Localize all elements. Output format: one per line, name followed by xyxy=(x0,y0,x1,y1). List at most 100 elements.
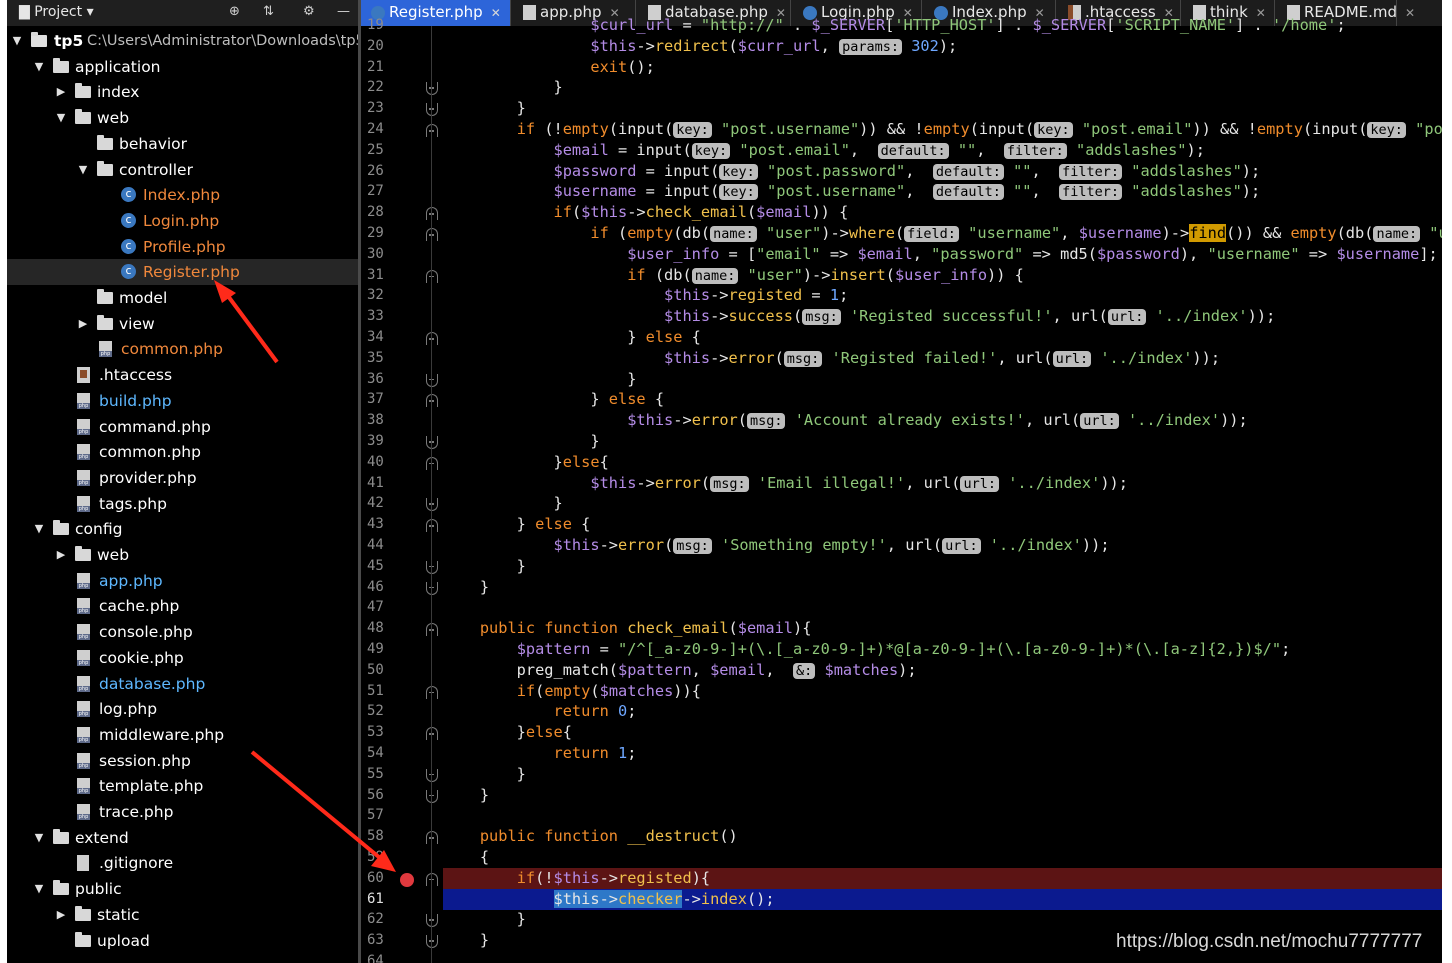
code-line[interactable]: $this->registed = 1; xyxy=(443,285,1442,306)
gear-icon[interactable]: ⚙ xyxy=(303,4,315,19)
code-editor[interactable]: Register.php ✕ app.php ✕ database.php ✕ Login.… xyxy=(361,0,1442,963)
tree-item[interactable]: behavior xyxy=(7,131,358,157)
fold-marker-icon[interactable] xyxy=(426,935,438,949)
expand-arrow-icon[interactable]: ▼ xyxy=(10,28,24,54)
expand-arrow-icon[interactable]: ▼ xyxy=(32,54,46,80)
code-line[interactable]: if (!empty(input(key: "post.username")) … xyxy=(443,119,1442,140)
tree-item[interactable]: model xyxy=(7,285,358,311)
tree-item[interactable]: tags.php xyxy=(7,491,358,517)
code-line[interactable]: { xyxy=(443,847,1442,868)
code-line[interactable]: $this->error(msg: 'Something empty!', ur… xyxy=(443,535,1442,556)
code-line[interactable]: }else{ xyxy=(443,452,1442,473)
code-line[interactable]: } xyxy=(443,77,1442,98)
code-line[interactable]: }else{ xyxy=(443,722,1442,743)
code-area[interactable]: $curl_url = "http://" . $_SERVER['HTTP_H… xyxy=(443,16,1442,963)
fold-marker-icon[interactable] xyxy=(426,103,438,117)
fold-marker-icon[interactable] xyxy=(426,456,438,470)
tree-item[interactable]: ▶ static xyxy=(7,902,358,928)
code-line[interactable]: return 1; xyxy=(443,743,1442,764)
tree-item[interactable]: ▼ public xyxy=(7,876,358,902)
tree-item[interactable]: .htaccess xyxy=(7,362,358,388)
tree-item[interactable]: log.php xyxy=(7,696,358,722)
fold-marker-icon[interactable] xyxy=(426,914,438,928)
collapsed-arrow-icon[interactable]: ▶ xyxy=(76,311,90,337)
code-line[interactable]: public function check_email($email){ xyxy=(443,618,1442,639)
collapse-all-icon[interactable]: ⇅ xyxy=(263,4,274,19)
tree-item[interactable]: ▼ extend xyxy=(7,825,358,851)
tree-root[interactable]: ▼ tp5 C:\Users\Administrator\Downloads\t… xyxy=(7,28,358,54)
tree-item[interactable]: app.php xyxy=(7,568,358,594)
expand-arrow-icon[interactable]: ▼ xyxy=(76,157,90,183)
code-line[interactable]: return 0; xyxy=(443,701,1442,722)
fold-marker-icon[interactable] xyxy=(426,560,438,574)
project-view-selector[interactable]: ▇ Project ▾ xyxy=(19,4,94,20)
code-line[interactable]: } xyxy=(443,493,1442,514)
code-line[interactable]: $pattern = "/^[_a-z0-9-]+(\.[_a-z0-9-]+)… xyxy=(443,639,1442,660)
fold-marker-icon[interactable] xyxy=(426,727,438,741)
tree-item[interactable]: Login.php xyxy=(7,208,358,234)
fold-marker-icon[interactable] xyxy=(426,872,438,886)
tree-item[interactable]: Index.php xyxy=(7,182,358,208)
tree-item[interactable]: build.php xyxy=(7,388,358,414)
code-line[interactable]: $user_info = ["email" => $email, "passwo… xyxy=(443,244,1442,265)
code-line[interactable]: if (empty(db(name: "user")->where(field:… xyxy=(443,223,1442,244)
code-line[interactable]: } else { xyxy=(443,327,1442,348)
fold-marker-icon[interactable] xyxy=(426,519,438,533)
fold-marker-icon[interactable] xyxy=(426,394,438,408)
collapsed-arrow-icon[interactable]: ▶ xyxy=(54,542,68,568)
code-line[interactable]: $password = input(key: "post.password", … xyxy=(443,161,1442,182)
tree-item[interactable]: ▶ view xyxy=(7,311,358,337)
expand-arrow-icon[interactable]: ▼ xyxy=(54,105,68,131)
code-line[interactable]: } xyxy=(443,431,1442,452)
tree-item[interactable]: upload xyxy=(7,928,358,954)
code-line[interactable]: if(empty($matches)){ xyxy=(443,681,1442,702)
tree-item[interactable]: common.php xyxy=(7,439,358,465)
tree-item[interactable]: ▼ application xyxy=(7,54,358,80)
code-line[interactable]: $this->redirect($curr_url, params: 302); xyxy=(443,36,1442,57)
tree-item[interactable]: ▶ web xyxy=(7,542,358,568)
code-line[interactable]: exit(); xyxy=(443,57,1442,78)
tree-item[interactable]: common.php xyxy=(7,336,358,362)
expand-arrow-icon[interactable]: ▼ xyxy=(32,876,46,902)
code-line[interactable]: $this->error(msg: 'Email illegal!', url(… xyxy=(443,473,1442,494)
tree-item[interactable]: session.php xyxy=(7,748,358,774)
code-line[interactable]: $username = input(key: "post.username", … xyxy=(443,181,1442,202)
fold-marker-icon[interactable] xyxy=(426,436,438,449)
code-line[interactable]: $this->error(msg: 'Registed failed!', ur… xyxy=(443,348,1442,369)
code-line[interactable]: } else { xyxy=(443,514,1442,535)
fold-marker-icon[interactable] xyxy=(426,581,438,595)
fold-marker-icon[interactable] xyxy=(426,831,438,845)
tree-item[interactable]: trace.php xyxy=(7,799,358,825)
tree-item[interactable]: middleware.php xyxy=(7,722,358,748)
fold-marker-icon[interactable] xyxy=(426,685,438,699)
code-line[interactable]: } else { xyxy=(443,389,1442,410)
tree-item[interactable]: cookie.php xyxy=(7,645,358,671)
code-line[interactable]: $email = input(key: "post.email", defaul… xyxy=(443,140,1442,161)
tree-item[interactable]: provider.php xyxy=(7,465,358,491)
tree-item[interactable]: .gitignore xyxy=(7,850,358,876)
fold-marker-icon[interactable] xyxy=(426,332,438,345)
code-line[interactable]: } xyxy=(443,909,1442,930)
fold-marker-icon[interactable] xyxy=(426,373,438,387)
fold-marker-icon[interactable] xyxy=(426,269,438,283)
code-line[interactable]: $curl_url = "http://" . $_SERVER['HTTP_H… xyxy=(443,15,1442,36)
code-line[interactable]: if($this->check_email($email)) { xyxy=(443,202,1442,223)
code-line[interactable] xyxy=(443,805,1442,826)
fold-marker-icon[interactable] xyxy=(426,498,438,512)
expand-arrow-icon[interactable]: ▼ xyxy=(32,516,46,542)
expand-arrow-icon[interactable]: ▼ xyxy=(32,825,46,851)
fold-marker-icon[interactable] xyxy=(426,207,438,221)
code-line[interactable]: $this->error(msg: 'Account already exist… xyxy=(443,410,1442,431)
code-line[interactable]: public function __destruct() xyxy=(443,826,1442,847)
tree-item[interactable]: Profile.php xyxy=(7,234,358,260)
code-line[interactable]: $this->success(msg: 'Registed successful… xyxy=(443,306,1442,327)
tree-item[interactable]: template.php xyxy=(7,773,358,799)
code-line[interactable]: } xyxy=(443,556,1442,577)
code-line-breakpoint[interactable]: if(!$this->registed){ xyxy=(443,867,1442,889)
fold-marker-icon[interactable] xyxy=(426,768,438,782)
code-line[interactable]: } xyxy=(443,764,1442,785)
code-line[interactable]: if (db(name: "user")->insert($user_info)… xyxy=(443,265,1442,286)
code-line[interactable]: } xyxy=(443,369,1442,390)
fold-marker-icon[interactable] xyxy=(426,228,438,241)
code-line[interactable] xyxy=(443,597,1442,618)
